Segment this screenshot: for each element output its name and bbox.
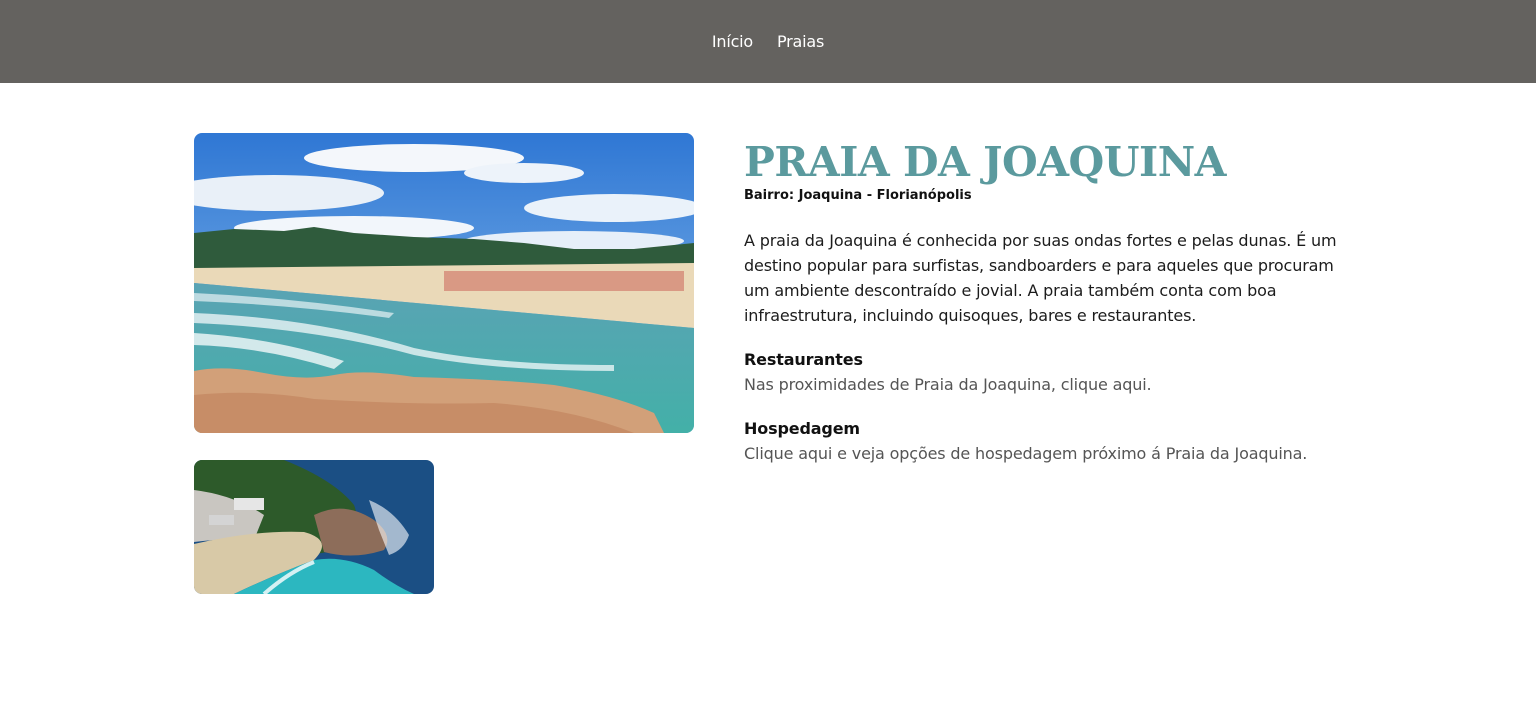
nav-item-inicio: Início — [712, 32, 753, 51]
beach-main-photo — [194, 133, 694, 433]
restaurants-link[interactable]: Nas proximidades de Praia da Joaquina, c… — [744, 375, 1152, 394]
neighborhood-label: Bairro: Joaquina - Florianópolis — [744, 188, 972, 203]
nav-list: Início Praias — [712, 32, 824, 51]
nav-item-praias: Praias — [777, 32, 824, 51]
top-navbar: Início Praias — [0, 0, 1536, 83]
page-title: PRAIA DA JOAQUINA — [744, 138, 1226, 186]
lodging-link[interactable]: Clique aqui e veja opções de hospedagem … — [744, 444, 1307, 463]
nav-link-inicio[interactable]: Início — [712, 32, 753, 51]
beach-description: A praia da Joaquina é conhecida por suas… — [744, 231, 1337, 325]
beach-aerial-thumbnail[interactable] — [194, 460, 434, 594]
lodging-section: Hospedagem Clique aqui e veja opções de … — [744, 416, 1354, 466]
beach-info: PRAIA DA JOAQUINA Bairro: Joaquina - Flo… — [744, 140, 1354, 466]
restaurants-section: Restaurantes Nas proximidades de Praia d… — [744, 347, 1354, 397]
restaurants-text: Nas proximidades de Praia da Joaquina, c… — [744, 372, 1354, 397]
restaurants-heading: Restaurantes — [744, 350, 863, 369]
lodging-heading: Hospedagem — [744, 419, 860, 438]
nav-link-praias[interactable]: Praias — [777, 32, 824, 51]
lodging-text: Clique aqui e veja opções de hospedagem … — [744, 441, 1354, 466]
